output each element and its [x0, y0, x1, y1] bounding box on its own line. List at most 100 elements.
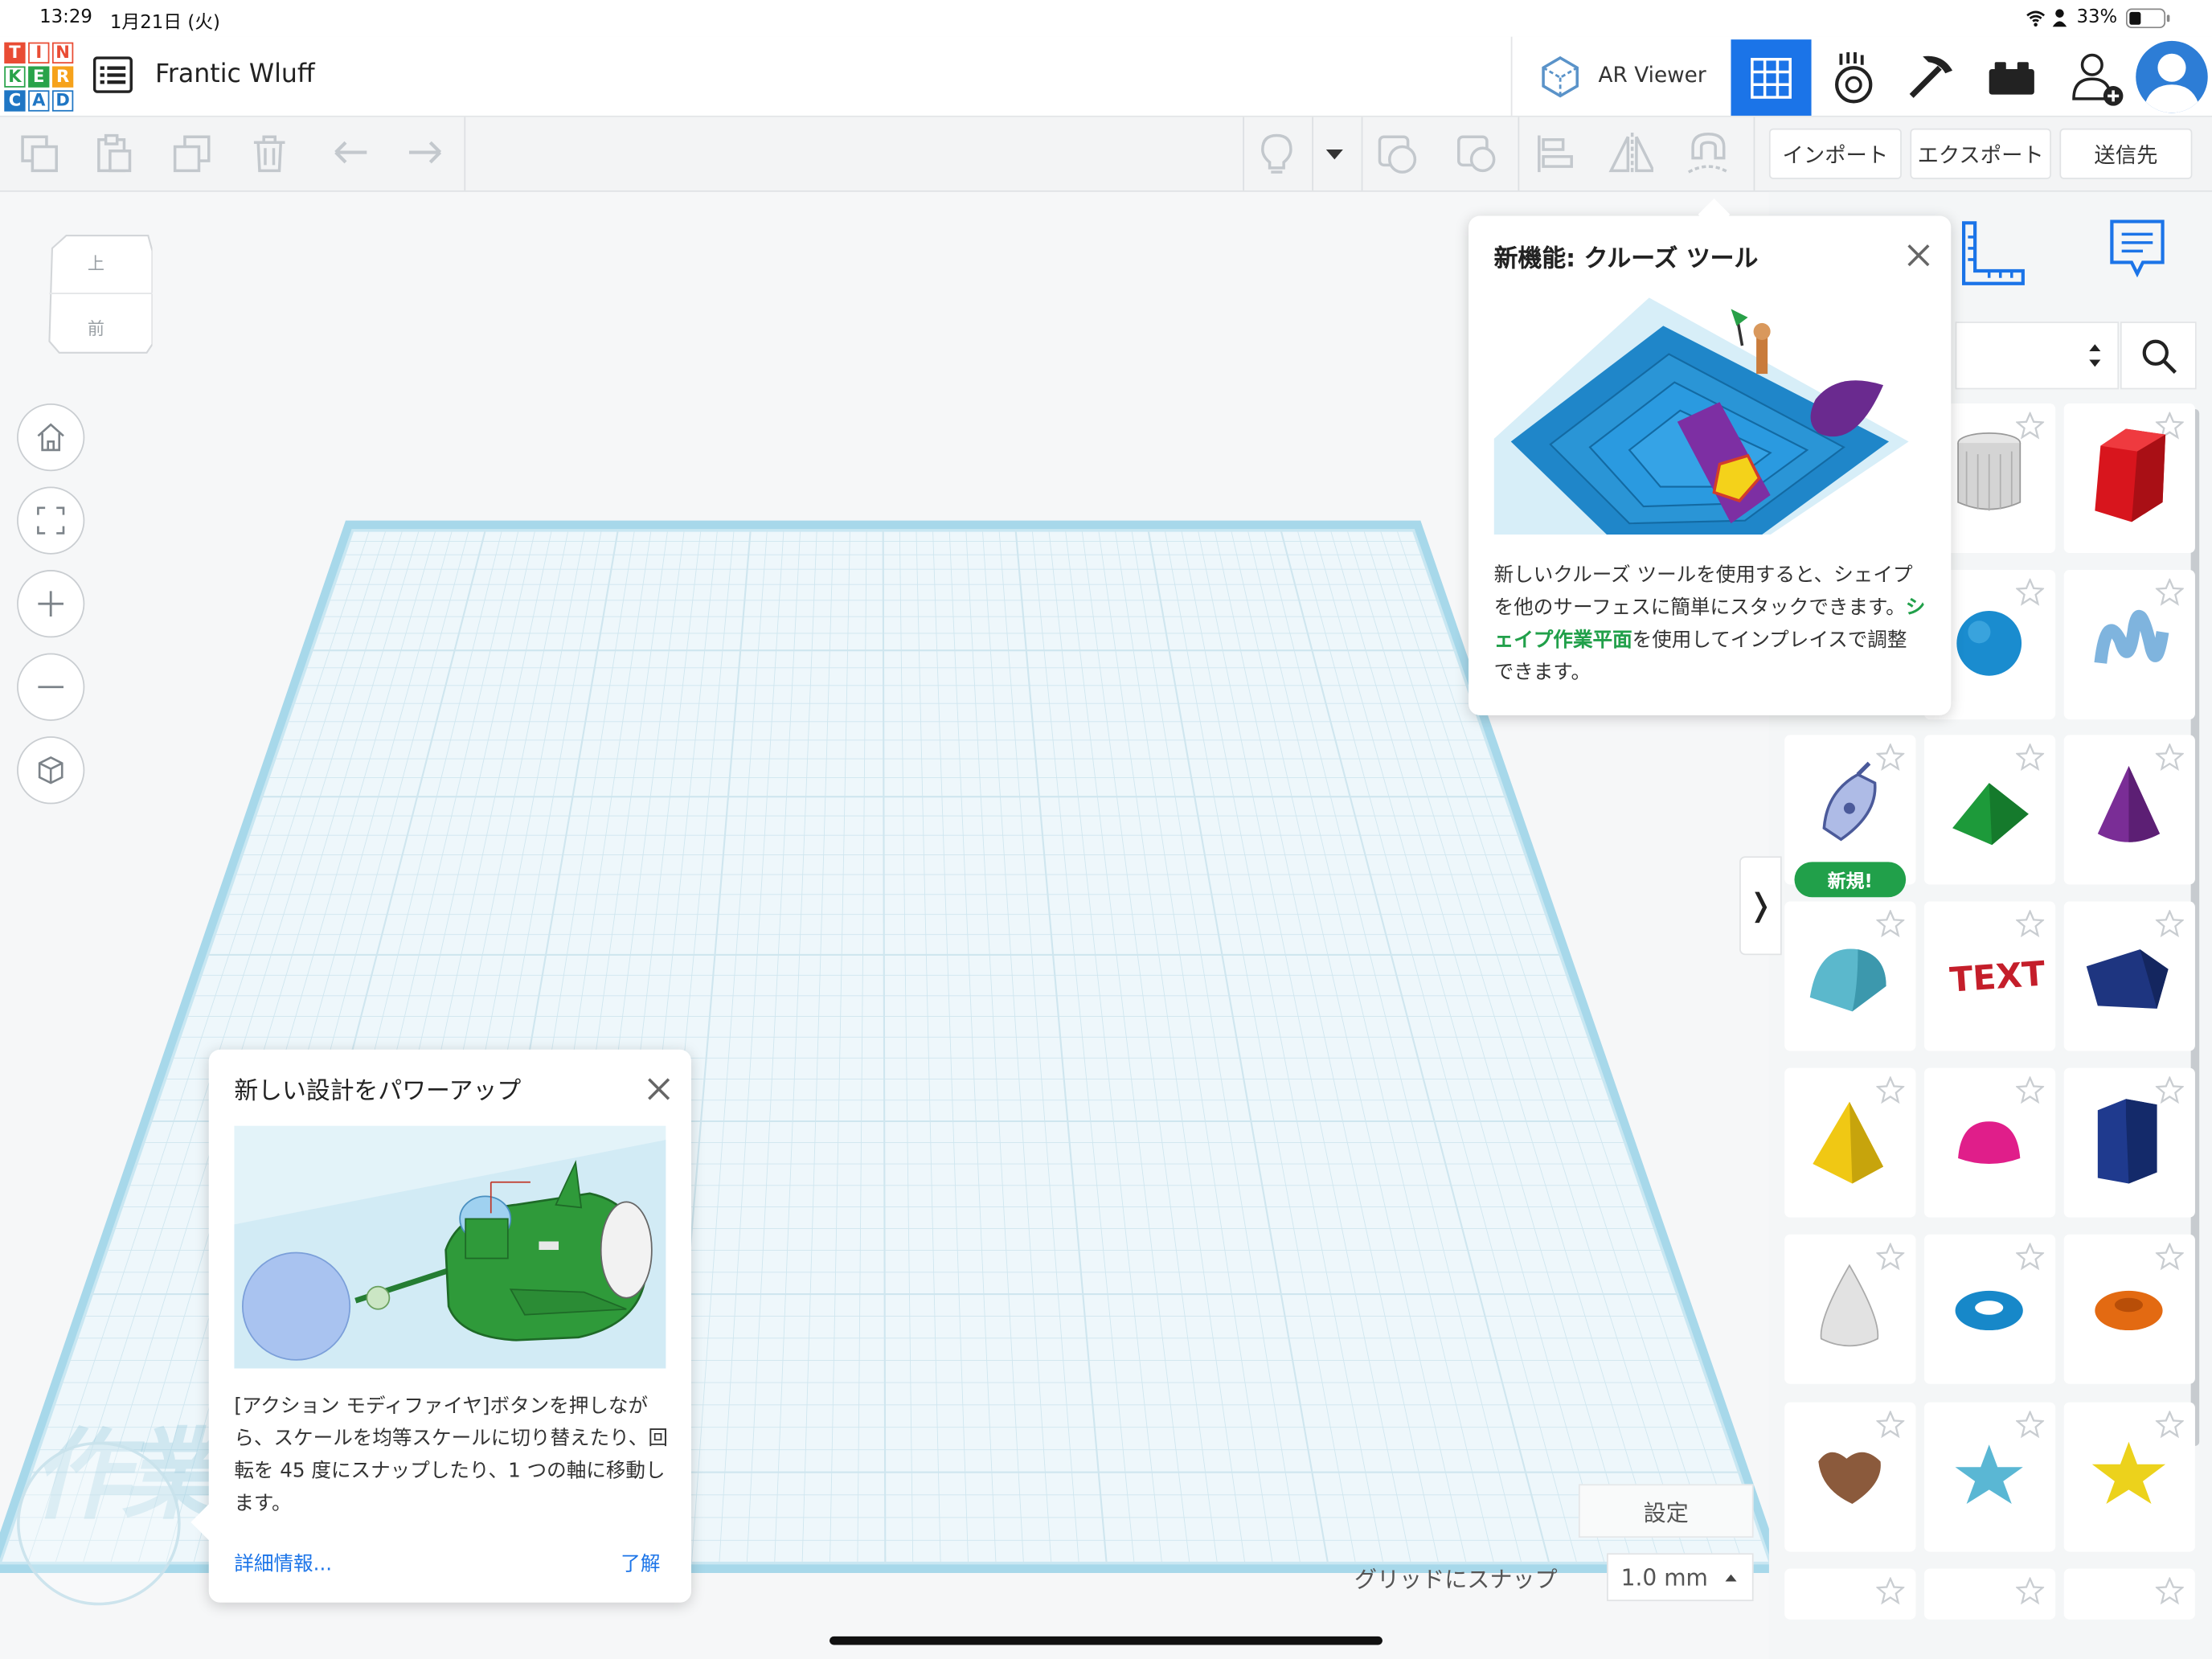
bricks-icon[interactable] [1988, 59, 2036, 96]
mirror-button[interactable] [1608, 131, 1653, 176]
notes-button[interactable] [1254, 131, 1299, 176]
paste-button[interactable] [90, 131, 135, 176]
divider [1753, 117, 1755, 190]
tinkercad-logo[interactable]: T I N K E R C A D [4, 42, 74, 112]
fit-view-icon [37, 506, 65, 535]
shape-tile-cone[interactable] [2063, 735, 2195, 885]
sim-lab-icon[interactable] [1829, 51, 1879, 104]
ungroup-icon [1457, 135, 1496, 173]
shape-tile-partial[interactable] [1923, 1568, 2056, 1620]
ar-viewer-button[interactable]: AR Viewer [1526, 37, 1727, 116]
edit-toolbar: インポート エクスポート 送信先 [0, 117, 2212, 192]
shape-tile-text[interactable]: TEXT [1923, 901, 2056, 1051]
close-icon[interactable] [1906, 243, 1931, 268]
design-list-icon[interactable] [92, 56, 133, 93]
cone-shape-icon [2097, 766, 2161, 842]
shape-tile-polygon-prism[interactable] [2063, 901, 2195, 1051]
avatar[interactable] [2136, 40, 2208, 113]
star-shape-icon [1955, 1444, 2023, 1504]
shape-tile-round-roof[interactable] [1784, 901, 1916, 1051]
user-avatar-icon [2142, 53, 2201, 113]
shape-tile-tube[interactable] [2063, 1234, 2195, 1384]
logo-letter: N [51, 42, 74, 63]
app-header: T I N K E R C A D Frantic Wluff AR Viewe… [0, 36, 2212, 117]
shape-tile-hexagonal-prism[interactable] [2063, 1067, 2195, 1218]
pyramid-shape-icon [1813, 1101, 1884, 1184]
divider [1312, 117, 1313, 190]
workplane-settings-button[interactable]: 設定 [1578, 1484, 1754, 1538]
perspective-cube-icon [38, 756, 63, 784]
shape-tile-scribble[interactable] [2063, 570, 2195, 720]
snap-grid-label: グリッドにスナップ [1354, 1566, 1558, 1593]
ruler-icon[interactable] [1956, 217, 2029, 290]
redo-button[interactable] [403, 131, 449, 176]
shape-tile-star[interactable] [1923, 1402, 2056, 1552]
zoom-in-button[interactable] [17, 570, 85, 638]
status-date: 1月21日 (火) [109, 12, 220, 35]
shape-tile-partial[interactable] [1784, 1568, 1916, 1620]
shape-tile-half-sphere[interactable] [1923, 1067, 2056, 1218]
add-user-icon[interactable] [2068, 51, 2124, 107]
shape-category-select[interactable] [1955, 322, 2120, 390]
duplicate-button[interactable] [170, 131, 215, 176]
close-icon[interactable] [646, 1076, 672, 1102]
cruise-tool-popup: 新機能: クルーズ ツール 新しいクルーズ ツールを使用すると、シェイプを他のサ… [1469, 198, 1952, 715]
roof-shape-icon [1952, 783, 2029, 846]
shape-tile-star-yellow[interactable] [2063, 1402, 2195, 1552]
favorite-star-icon[interactable] [2155, 1577, 2184, 1605]
text-shape-icon: TEXT [1948, 954, 2046, 1000]
snap-grid-select[interactable]: 1.0 mm [1607, 1553, 1754, 1602]
notes-dropdown[interactable] [1317, 131, 1351, 176]
svg-text:TEXT: TEXT [1948, 954, 2046, 1000]
divider [1518, 117, 1520, 190]
shape-tile-partial[interactable] [2063, 1568, 2195, 1620]
import-button[interactable]: インポート [1768, 128, 1902, 179]
design-title[interactable]: Frantic Wluff [155, 59, 315, 89]
logo-letter: A [28, 90, 50, 112]
logo-letter: E [28, 66, 50, 88]
undo-button[interactable] [327, 131, 372, 176]
minecraft-pickaxe-icon[interactable] [1906, 51, 1956, 101]
shape-tile-pyramid[interactable] [1784, 1067, 1916, 1218]
lightbulb-icon [1261, 133, 1292, 174]
shape-tile-torus[interactable] [1923, 1234, 2056, 1384]
notes-comment-icon[interactable] [2106, 217, 2168, 288]
shape-tile-paraboloid[interactable] [1784, 1234, 1916, 1384]
copy-icon [21, 135, 58, 173]
export-button[interactable]: エクスポート [1910, 128, 2051, 179]
ungroup-button[interactable] [1455, 131, 1500, 176]
collapse-panel-button[interactable]: ❭ [1739, 856, 1782, 956]
fit-all-button[interactable] [17, 486, 85, 555]
shape-search-button[interactable] [2120, 322, 2197, 390]
chevron-down-icon [1325, 150, 1343, 160]
popup-title: 新機能: クルーズ ツール [1493, 245, 1759, 274]
favorite-star-icon[interactable] [2016, 1577, 2045, 1605]
zoom-out-button[interactable] [17, 653, 85, 721]
paste-icon [97, 133, 132, 173]
view-cube[interactable]: 上 前 [48, 231, 154, 355]
cruise-tool-button[interactable] [1685, 131, 1730, 176]
delete-button[interactable] [247, 131, 292, 176]
shape-tile-heart[interactable] [1784, 1402, 1916, 1552]
logo-letter: K [4, 66, 26, 88]
copy-button[interactable] [17, 131, 62, 176]
scribble-shape-icon [2094, 609, 2169, 664]
favorite-star-icon[interactable] [1876, 1577, 1905, 1605]
send-to-button[interactable]: 送信先 [2059, 128, 2193, 179]
group-button[interactable] [1375, 131, 1420, 176]
shape-tile-roof[interactable] [1923, 735, 2056, 885]
ok-button[interactable]: 了解 [621, 1549, 660, 1577]
popup-title: 新しい設計をパワーアップ [234, 1077, 522, 1106]
polygon-prism-shape-icon [2086, 949, 2169, 1009]
home-view-button[interactable] [17, 403, 85, 472]
shape-tile-box[interactable] [2063, 403, 2195, 553]
popup-body: 新しいクルーズ ツールを使用すると、シェイプを他のサーフェスに簡単にスタックでき… [1494, 560, 1926, 690]
ortho-view-button[interactable] [17, 736, 85, 805]
person-icon [2052, 9, 2067, 27]
minus-icon [38, 686, 63, 689]
powerup-popup: 新しい設計をパワーアップ [アクション モディファイヤ]ボタンを押しながら、スケ… [190, 1049, 691, 1603]
more-info-link[interactable]: 詳細情報... [234, 1549, 332, 1577]
3d-design-view-button[interactable] [1731, 39, 1812, 116]
action-modifier-button[interactable] [17, 1441, 181, 1606]
align-button[interactable] [1534, 131, 1579, 176]
